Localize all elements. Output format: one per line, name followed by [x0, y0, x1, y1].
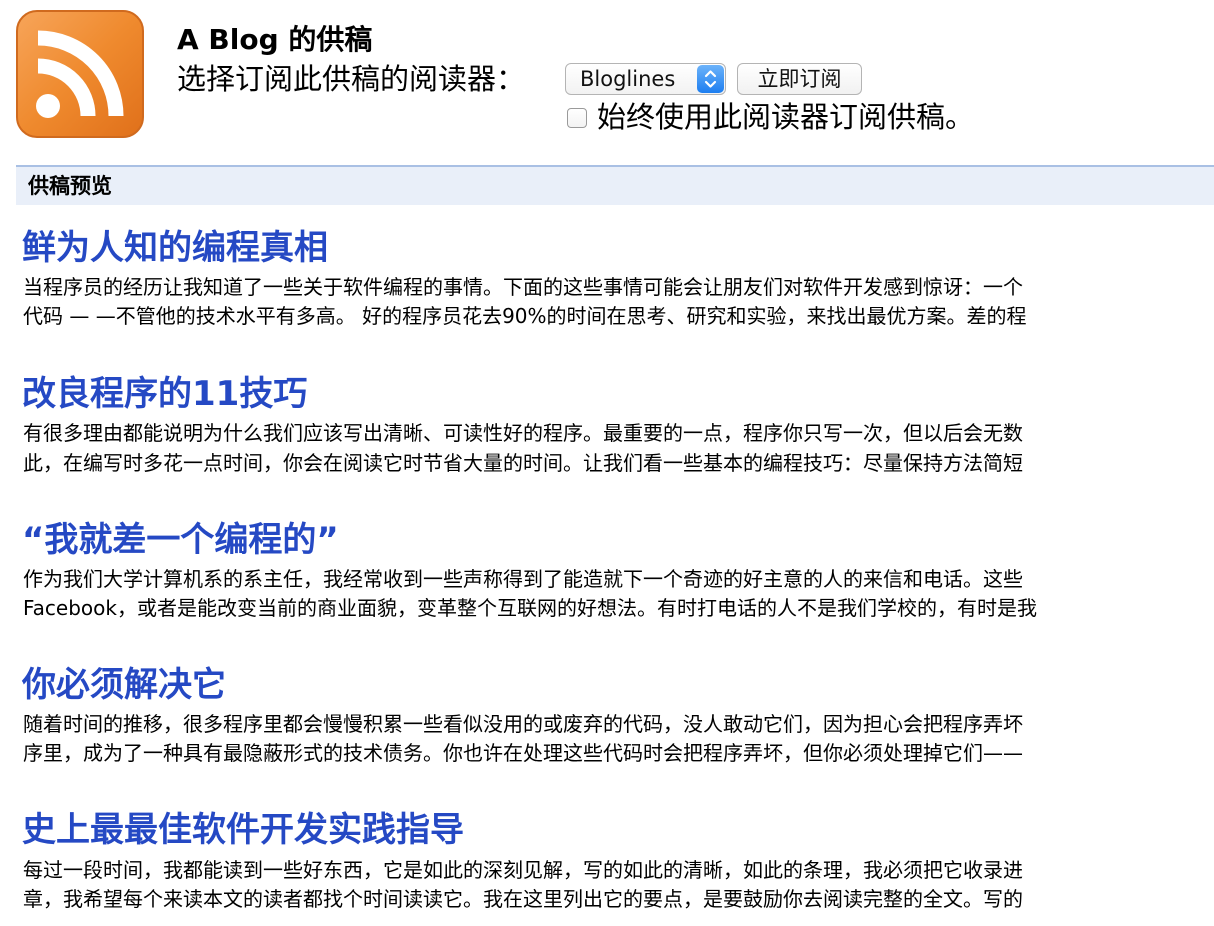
- entry-title-link[interactable]: 史上最最佳软件开发实践指导: [22, 808, 464, 852]
- entry-summary-line: 当程序员的经历让我知道了一些关于软件编程的事情。下面的这些事情可能会让朋友们对软…: [23, 275, 1023, 299]
- entry-title-link[interactable]: 你必须解决它: [22, 663, 226, 707]
- entry-summary-line: 代码 — —不管他的技术水平有多高。 好的程序员花去90%的时间在思考、研究和实…: [23, 304, 1027, 328]
- subscribe-now-button[interactable]: 立即订阅: [737, 63, 862, 95]
- rss-feed-icon: [16, 10, 144, 138]
- always-use-reader-checkbox[interactable]: [567, 108, 587, 128]
- reader-select-label: 选择订阅此供稿的阅读器：: [177, 62, 526, 96]
- entry-summary-line: 序里，成为了一种具有最隐蔽形式的技术债务。你也许在处理这些代码时会把程序弄坏，但…: [23, 741, 1023, 765]
- entry-summary-line: 每过一段时间，我都能读到一些好东西，它是如此的深刻见解，写的如此的清晰，如此的条…: [23, 858, 1023, 882]
- entry-summary-line: 作为我们大学计算机系的系主任，我经常收到一些声称得到了能造就下一个奇迹的好主意的…: [23, 567, 1023, 591]
- entry-title-link[interactable]: 鲜为人知的编程真相: [22, 226, 328, 270]
- entry-summary-line: 此，在编写时多花一点时间，你会在阅读它时节省大量的时间。让我们看一些基本的编程技…: [23, 451, 1023, 475]
- feed-title: A Blog 的供稿: [177, 23, 373, 56]
- select-stepper-icon: [697, 65, 724, 93]
- feed-preview-heading: 供稿预览: [16, 165, 1214, 205]
- entry-summary-line: 随着时间的推移，很多程序里都会慢慢积累一些看似没用的或废弃的代码，没人敢动它们，…: [23, 712, 1023, 736]
- reader-select[interactable]: Bloglines: [565, 63, 726, 95]
- entry-title-link[interactable]: “我就差一个编程的”: [22, 518, 339, 562]
- entry-summary-line: 章，我希望每个来读本文的读者都找个时间读读它。我在这里列出它的要点，是要鼓励你去…: [23, 887, 1023, 911]
- feed-preview-page: A Blog 的供稿 选择订阅此供稿的阅读器： Bloglines 立即订阅 始…: [0, 0, 1214, 926]
- entry-summary-line: 有很多理由都能说明为什么我们应该写出清晰、可读性好的程序。最重要的一点，程序你只…: [23, 421, 1023, 445]
- reader-select-value: Bloglines: [580, 67, 676, 91]
- always-use-reader-label[interactable]: 始终使用此阅读器订阅供稿。: [597, 98, 974, 136]
- entry-summary-line: Facebook，或者是能改变当前的商业面貌，变革整个互联网的好想法。有时打电话…: [23, 596, 1037, 620]
- entry-title-link[interactable]: 改良程序的11技巧: [22, 372, 307, 416]
